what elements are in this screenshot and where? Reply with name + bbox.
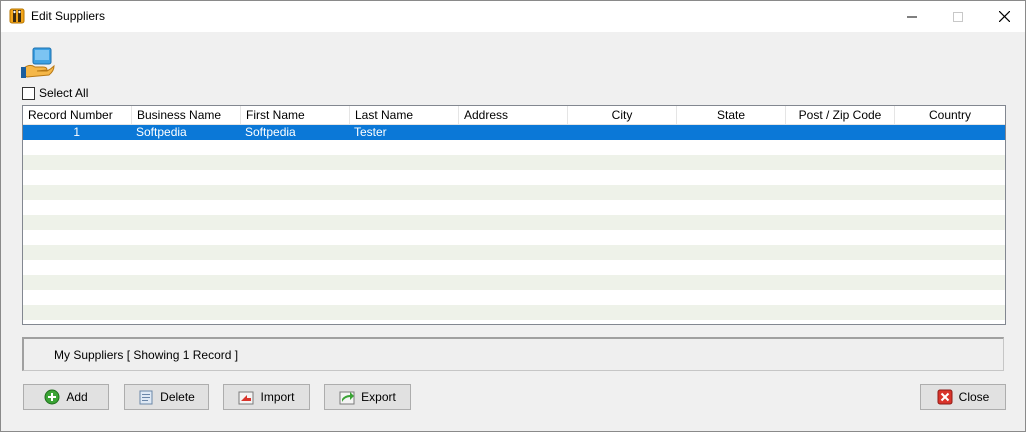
empty-row [23,245,1005,260]
delete-button[interactable]: Delete [124,384,209,410]
cell-city [568,125,677,140]
empty-row [23,170,1005,185]
table-header: Record Number Business Name First Name L… [23,106,1005,125]
column-header-country[interactable]: Country [895,106,1005,124]
empty-row [23,185,1005,200]
maximize-button [935,1,981,32]
minimize-button[interactable] [889,1,935,32]
column-header-address[interactable]: Address [459,106,568,124]
empty-row [23,155,1005,170]
cell-country [895,125,1005,140]
export-icon [339,389,355,405]
edit-suppliers-window: Edit Suppliers Select All Record Number … [0,0,1026,432]
cell-last-name: Tester [354,125,387,139]
select-all-checkbox[interactable]: Select All [22,85,88,101]
delete-button-label: Delete [160,390,195,404]
close-x-icon [937,389,953,405]
cell-state [677,125,786,140]
table-body: 1 Softpedia Softpedia Tester [23,125,1005,324]
checkbox-box[interactable] [22,86,35,100]
window-title: Edit Suppliers [31,9,106,23]
empty-row [23,305,1005,320]
status-text: My Suppliers [ Showing 1 Record ] [54,348,239,362]
empty-row [23,320,1005,324]
column-header-business-name[interactable]: Business Name [132,106,241,124]
cell-address [459,125,568,140]
close-button[interactable]: Close [920,384,1006,410]
title-bar[interactable]: Edit Suppliers [1,1,1025,32]
empty-row [23,275,1005,290]
cell-post-zip-code [786,125,895,140]
select-all-label: Select All [39,86,89,100]
empty-row [23,140,1005,155]
empty-row [23,215,1005,230]
export-button-label: Export [361,390,396,404]
table-row[interactable]: 1 Softpedia Softpedia Tester [23,125,1005,140]
delete-icon [138,389,154,405]
cell-record-number: 1 [73,125,80,139]
cell-business-name: Softpedia [136,125,187,139]
empty-row [23,230,1005,245]
window-close-button[interactable] [981,1,1025,32]
column-header-city[interactable]: City [568,106,677,124]
import-button[interactable]: Import [223,384,310,410]
info-icon [9,8,25,24]
add-button-label: Add [66,390,88,404]
column-header-last-name[interactable]: Last Name [350,106,459,124]
column-header-post-zip-code[interactable]: Post / Zip Code [786,106,895,124]
supplier-hand-icon [21,47,55,79]
close-button-label: Close [958,390,990,404]
empty-row [23,290,1005,305]
suppliers-table[interactable]: Record Number Business Name First Name L… [22,105,1006,325]
import-button-label: Import [260,390,295,404]
add-button[interactable]: Add [23,384,109,410]
status-panel: My Suppliers [ Showing 1 Record ] [22,337,1004,371]
import-icon [238,389,254,405]
cell-first-name: Softpedia [245,125,296,139]
export-button[interactable]: Export [324,384,411,410]
plus-circle-icon [44,389,60,405]
column-header-record-number[interactable]: Record Number [23,106,132,124]
column-header-first-name[interactable]: First Name [241,106,350,124]
empty-row [23,260,1005,275]
column-header-state[interactable]: State [677,106,786,124]
empty-row [23,200,1005,215]
